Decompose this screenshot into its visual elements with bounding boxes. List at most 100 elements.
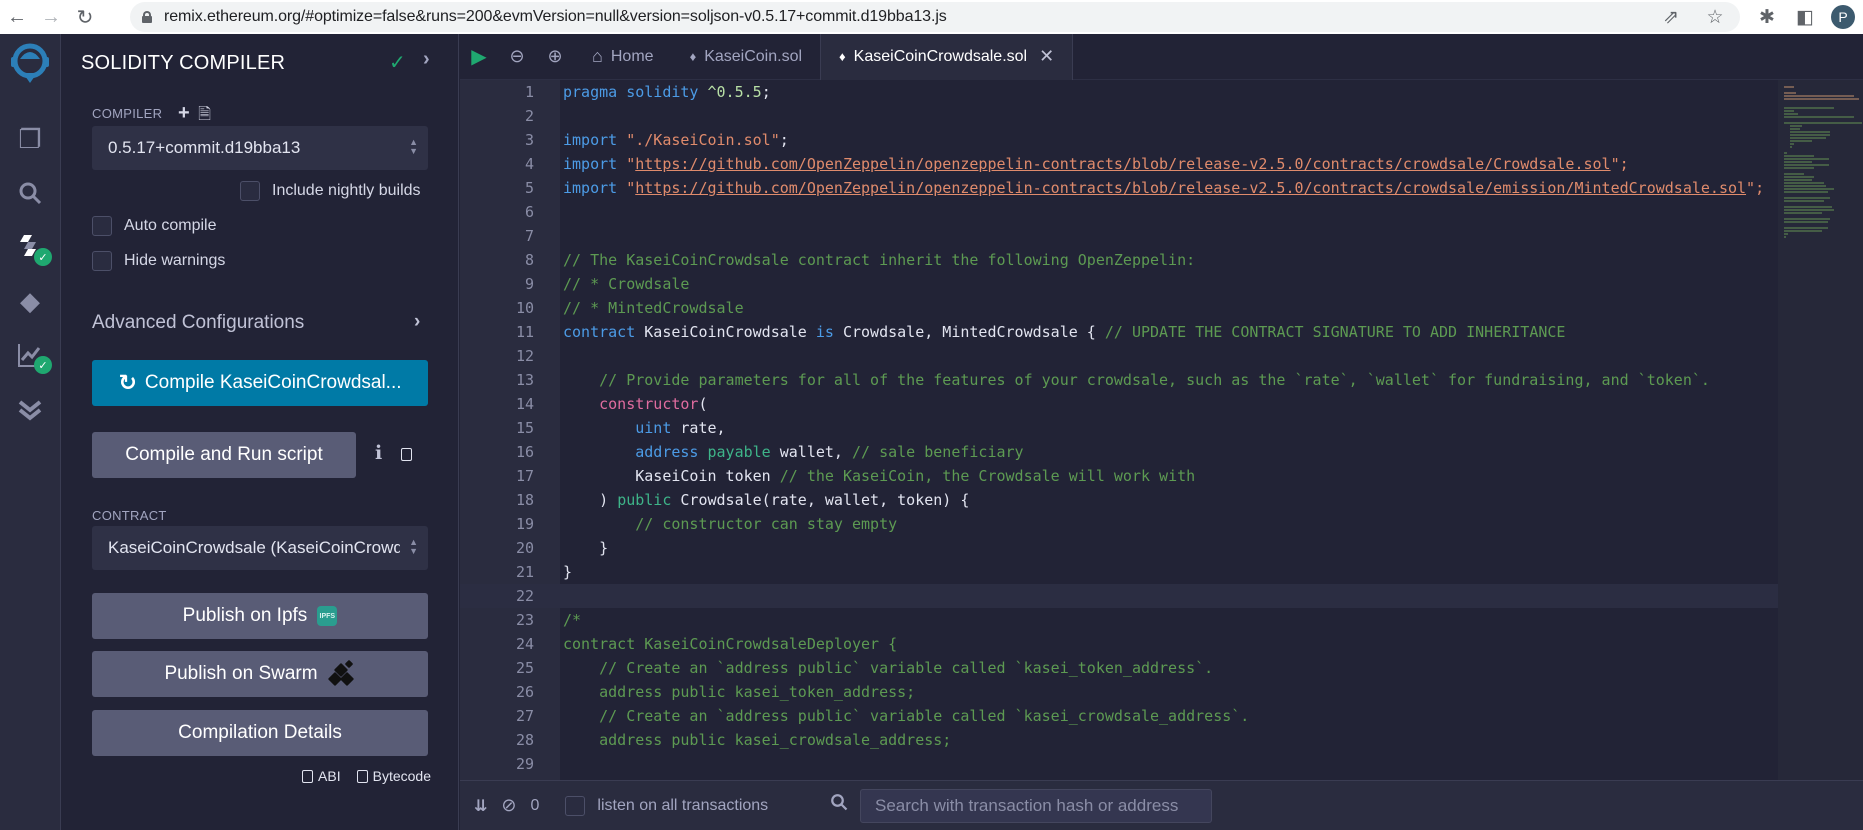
run-script-icon[interactable]: ▶ (460, 34, 498, 80)
chevron-right-icon[interactable]: › (414, 311, 420, 333)
code-line: pragma solidity ^0.5.5; (563, 80, 771, 104)
import-url-link[interactable]: https://github.com/OpenZeppelin/openzepp… (635, 179, 1746, 197)
compiler-label: COMPILER (92, 106, 163, 121)
unit-testing-icon[interactable] (0, 384, 60, 434)
listen-all-checkbox[interactable] (565, 795, 586, 816)
address-bar[interactable]: remix.ethereum.org/#optimize=false&runs=… (130, 2, 1740, 32)
hide-warnings-row[interactable]: Hide warnings (92, 251, 225, 271)
deploy-run-icon[interactable]: ◆ (0, 276, 60, 326)
publish-swarm-button[interactable]: Publish on Swarm (92, 651, 428, 697)
minimap-line (1784, 221, 1828, 223)
editor-line: 17 KaseiCoin token // the KaseiCoin, the… (460, 464, 1778, 488)
code-token: Crowdsale(rate, wallet, token) { (671, 491, 970, 509)
chevron-right-icon[interactable]: › (423, 48, 430, 71)
close-tab-icon[interactable]: ✕ (1039, 46, 1054, 67)
tab-kaseicoin-sol[interactable]: ♦ KaseiCoin.sol (672, 34, 820, 80)
line-number: 20 (515, 539, 534, 557)
minimap-line (1784, 95, 1854, 97)
copy-icon[interactable] (401, 448, 412, 461)
sidepanel-icon[interactable]: ◧ (1793, 6, 1817, 29)
minimap-line (1784, 152, 1787, 154)
code-token: // the KaseiCoin, the Crowdsale will wor… (779, 467, 1196, 485)
minimap-line (1784, 230, 1822, 232)
line-number: 18 (515, 491, 534, 509)
line-number: 19 (515, 515, 534, 533)
info-icon[interactable]: i (375, 442, 382, 464)
compile-run-script-button[interactable]: Compile and Run script (92, 432, 356, 478)
tab-kaseicoincrowdsale-sol[interactable]: ♦ KaseiCoinCrowdsale.sol ✕ (820, 33, 1074, 80)
code-token: " (617, 179, 636, 197)
zoom-in-icon[interactable]: ⊕ (536, 34, 574, 80)
minimap-line (1784, 191, 1828, 193)
code-token: import (563, 155, 618, 173)
forward-icon[interactable]: → (34, 0, 68, 34)
file-explorer-icon[interactable]: ❐ (0, 114, 60, 164)
clear-console-icon[interactable]: ⊘ (501, 795, 516, 816)
compile-button[interactable]: ↻ Compile KaseiCoinCrowdsal... (92, 360, 428, 406)
listen-all-row[interactable]: listen on all transactions (565, 795, 768, 816)
tab-label: KaseiCoinCrowdsale.sol (853, 47, 1028, 65)
code-minimap[interactable] (1778, 80, 1863, 780)
solidity-compiler-panel: SOLIDITY COMPILER ✓ › COMPILER + 🗎 0.5.1… (61, 34, 459, 830)
editor-line: 29 (460, 752, 1778, 776)
tab-home[interactable]: ⌂ Home (574, 34, 672, 80)
zoom-out-icon[interactable]: ⊖ (498, 34, 536, 80)
code-line: uint rate, (563, 416, 726, 440)
line-number: 29 (515, 755, 534, 773)
publish-ipfs-label: Publish on Ipfs (182, 605, 308, 626)
contract-select[interactable]: KaseiCoinCrowdsale (KaseiCoinCrowdsale.s… (92, 526, 428, 570)
lock-icon (142, 11, 152, 23)
include-nightly-checkbox[interactable] (240, 181, 260, 201)
compile-button-label: Compile KaseiCoinCrowdsal... (144, 372, 402, 393)
line-number: 12 (515, 347, 534, 365)
url-text[interactable]: remix.ethereum.org/#optimize=false&runs=… (164, 8, 947, 26)
hide-warnings-checkbox[interactable] (92, 251, 112, 271)
reload-icon[interactable]: ↻ (68, 0, 102, 34)
line-number: 11 (515, 323, 534, 341)
success-badge-icon: ✓ (34, 248, 52, 266)
copy-abi-link[interactable]: ABI (302, 768, 341, 784)
include-nightly-row[interactable]: Include nightly builds (240, 181, 421, 201)
line-number: 28 (515, 731, 534, 749)
add-compiler-icon[interactable]: + (178, 102, 190, 124)
editor-line: 23 /* (460, 608, 1778, 632)
editor-line: 14 constructor( (460, 392, 1778, 416)
code-line: // The KaseiCoinCrowdsale contract inher… (563, 251, 1196, 269)
star-icon[interactable]: ☆ (1704, 6, 1726, 29)
auto-compile-row[interactable]: Auto compile (92, 216, 217, 236)
compiler-version-select[interactable]: 0.5.17+commit.d19bba13 ▲ ▼ (92, 126, 428, 170)
analysis-icon[interactable]: ✓ (0, 330, 60, 380)
solidity-icon: ♦ (839, 49, 846, 64)
panel-title: SOLIDITY COMPILER (81, 52, 286, 74)
browser-toolbar: ← → ↻ remix.ethereum.org/#optimize=false… (0, 0, 1863, 34)
artifact-links: ABI Bytecode (302, 768, 431, 784)
solidity-compiler-icon[interactable]: ✓ (0, 222, 60, 272)
minimap-line (1784, 158, 1829, 160)
minimap-line (1784, 122, 1862, 124)
transaction-search-input[interactable]: Search with transaction hash or address (860, 789, 1212, 823)
profile-avatar[interactable]: P (1831, 5, 1855, 29)
toggle-terminal-icon[interactable]: ⇊ (474, 796, 487, 816)
auto-compile-checkbox[interactable] (92, 216, 112, 236)
publish-ipfs-button[interactable]: Publish on Ipfs IPFS (92, 593, 428, 639)
minimap-line (1784, 200, 1824, 202)
advanced-configurations-toggle[interactable]: Advanced Configurations (92, 312, 304, 334)
include-nightly-label: Include nightly builds (272, 182, 421, 199)
license-file-icon[interactable]: 🗎 (198, 106, 211, 123)
back-icon[interactable]: ← (0, 0, 34, 34)
minimap-line (1790, 146, 1792, 148)
extensions-icon[interactable]: ✱ (1755, 6, 1779, 29)
remix-logo-icon[interactable] (0, 38, 60, 88)
minimap-line (1784, 185, 1826, 187)
hide-warnings-label: Hide warnings (124, 252, 226, 269)
code-editor[interactable]: 1 pragma solidity ^0.5.5; 2 3 import "./Ka… (460, 80, 1778, 780)
import-url-link[interactable]: https://github.com/OpenZeppelin/openzepp… (635, 155, 1610, 173)
code-token: KaseiCoinCrowdsale (635, 323, 816, 341)
search-icon[interactable] (0, 168, 60, 218)
copy-bytecode-link[interactable]: Bytecode (356, 768, 431, 784)
compilation-details-button[interactable]: Compilation Details (92, 710, 428, 756)
line-number: 15 (515, 419, 534, 437)
code-token: rate, (671, 419, 726, 437)
search-svg (19, 182, 42, 205)
share-icon[interactable]: ⇗ (1660, 6, 1682, 29)
